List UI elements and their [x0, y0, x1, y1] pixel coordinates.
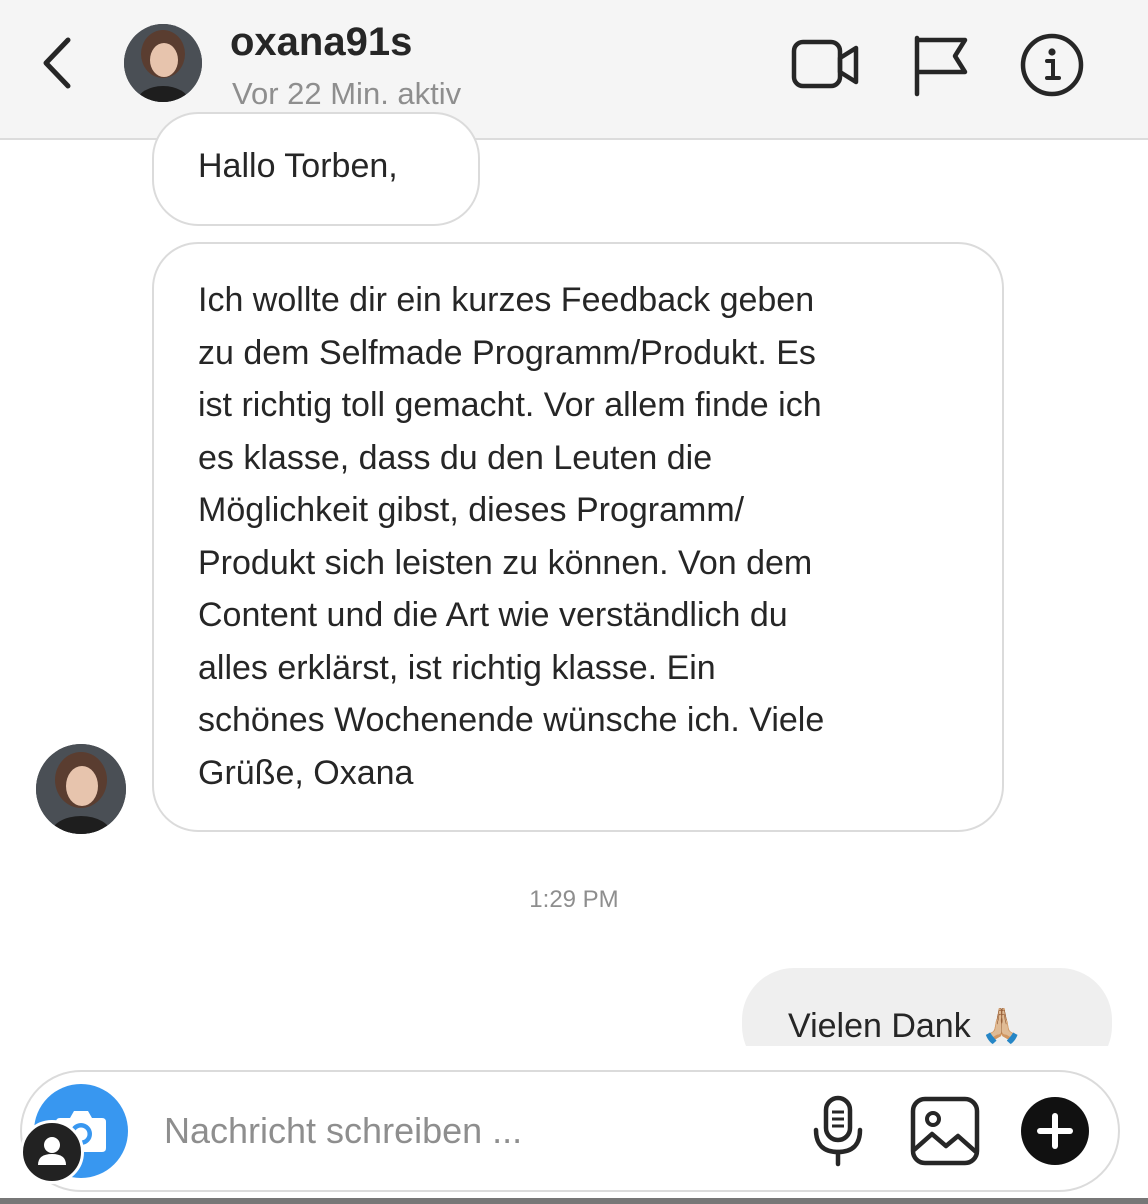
flag-icon	[914, 35, 968, 97]
received-message[interactable]: Hallo Torben,	[152, 112, 480, 226]
voice-message-button[interactable]	[808, 1094, 868, 1168]
received-message[interactable]: Ich wollte dir ein kurzes Feedback geben…	[152, 242, 1004, 832]
folded-hands-emoji: 🙏🏼	[980, 1007, 1024, 1045]
more-options-button[interactable]	[1020, 1096, 1090, 1166]
sender-avatar[interactable]	[36, 744, 126, 834]
chevron-left-icon	[43, 37, 71, 89]
report-button[interactable]	[905, 32, 977, 98]
message-timestamp: 1:29 PM	[529, 886, 619, 913]
info-icon	[1020, 33, 1084, 97]
gallery-icon	[910, 1096, 980, 1166]
message-input[interactable]	[164, 1104, 784, 1158]
bottom-divider	[0, 1198, 1148, 1204]
sent-message-text: Vielen Dank	[788, 1007, 971, 1045]
gallery-button[interactable]	[908, 1094, 982, 1168]
header-avatar[interactable]	[124, 24, 202, 102]
activity-status: Vor 22 Min. aktiv	[232, 76, 462, 111]
back-button[interactable]	[30, 28, 90, 98]
user-icon	[38, 1137, 66, 1165]
video-call-button[interactable]	[790, 32, 862, 98]
info-button[interactable]	[1016, 32, 1088, 98]
microphone-icon	[813, 1095, 863, 1167]
video-call-icon	[791, 39, 859, 89]
profile-badge	[20, 1120, 84, 1184]
plus-icon	[1021, 1097, 1089, 1165]
chat-username[interactable]: oxana91s	[230, 20, 412, 65]
